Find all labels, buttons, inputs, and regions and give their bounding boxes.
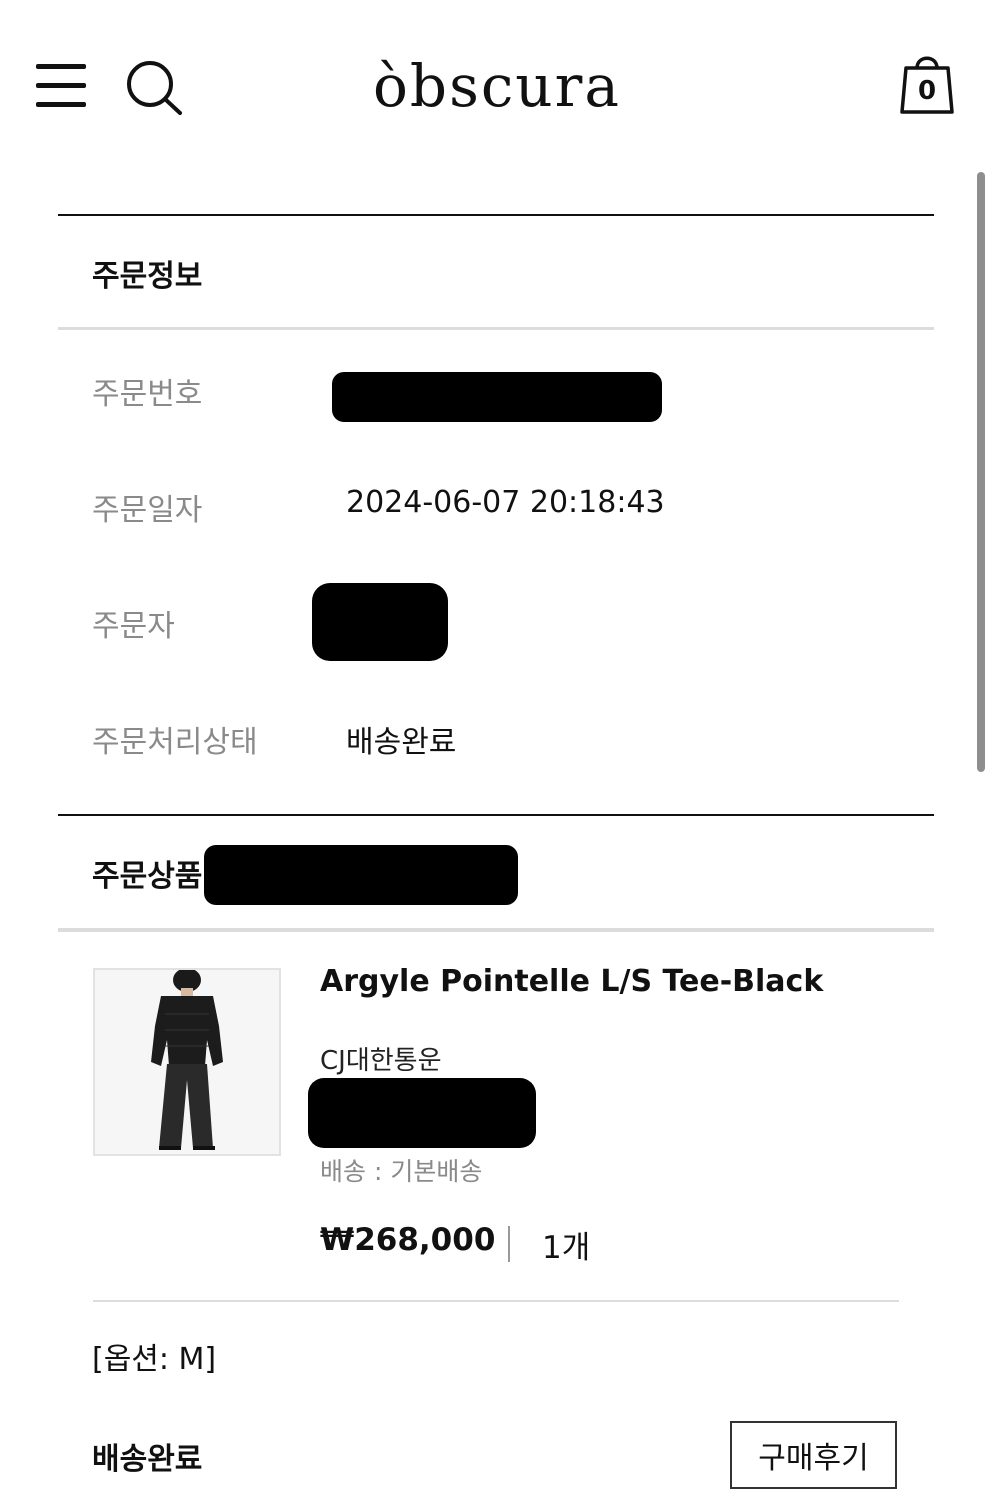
section-divider [58,814,934,816]
item-delivery-status: 배송완료 [92,1442,203,1477]
order-date-value: 2024-06-07 20:18:43 [346,485,665,520]
section-divider [58,214,934,216]
order-status-label: 주문처리상태 [92,725,258,760]
shipping-carrier: CJ대한통운 [320,1046,442,1076]
product-thumbnail[interactable] [93,968,281,1156]
order-info-title: 주문정보 [92,259,203,294]
redacted-items-count [204,845,518,905]
price-quantity-divider [508,1226,510,1262]
redacted-orderer-name [312,583,448,661]
shipping-method: 배송 : 기본배송 [320,1157,483,1186]
redacted-order-number [332,372,662,422]
section-divider [58,327,934,330]
product-name[interactable]: Argyle Pointelle L/S Tee-Black [320,964,823,999]
order-number-label: 주문번호 [92,377,203,412]
cart-count-badge: 0 [917,76,937,106]
item-divider [93,1300,899,1302]
order-status-value: 배송완료 [346,725,457,760]
orderer-label: 주문자 [92,609,175,644]
section-divider [58,928,934,932]
product-option: [옵션: M] [92,1342,217,1377]
write-review-button[interactable]: 구매후기 [730,1421,897,1489]
redacted-tracking-number [308,1078,536,1148]
app-header: òbscura 0 [0,0,994,160]
order-date-label: 주문일자 [92,493,203,528]
product-quantity: 1개 [542,1230,591,1266]
product-price: ₩268,000 [320,1222,496,1258]
brand-logo[interactable]: òbscura [0,52,994,120]
scrollbar[interactable] [977,172,985,772]
shopping-bag-icon[interactable]: 0 [898,52,956,116]
